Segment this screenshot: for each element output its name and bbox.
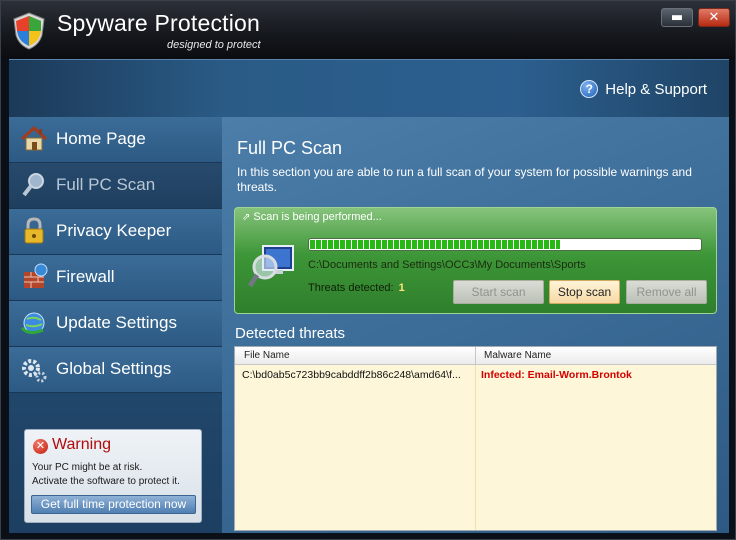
- sidebar-item-label: Full PC Scan: [56, 175, 156, 194]
- app-subtitle: designed to protect: [167, 39, 261, 51]
- warning-line-1: Your PC might be at risk.: [32, 462, 143, 473]
- page-description: In this section you are able to run a fu…: [237, 165, 692, 194]
- scan-arrow-icon: ⇗: [242, 212, 251, 223]
- magnifier-icon: [22, 173, 44, 197]
- title-bar[interactable]: Spyware Protection designed to protect ▬…: [1, 1, 735, 59]
- minimize-button[interactable]: ▬: [661, 8, 693, 27]
- column-header-file-name[interactable]: File Name: [244, 350, 290, 361]
- page-title: Full PC Scan: [237, 138, 343, 158]
- detected-threats-title: Detected threats: [235, 325, 346, 342]
- main-panel: Full PC Scan In this section you are abl…: [222, 117, 729, 533]
- firewall-icon: [24, 263, 48, 288]
- sidebar-item-label: Home Page: [56, 129, 146, 148]
- close-button[interactable]: ✕: [698, 8, 730, 27]
- header-band: ? Help & Support: [9, 59, 729, 117]
- threats-table[interactable]: File Name Malware Name C:\bd0ab5c723bb9c…: [234, 346, 717, 531]
- column-divider[interactable]: [475, 347, 476, 365]
- sidebar-item-label: Update Settings: [56, 313, 177, 332]
- sidebar-item-privacy-keeper[interactable]: Privacy Keeper: [9, 209, 222, 255]
- sidebar-item-global-settings[interactable]: Global Settings: [9, 347, 222, 393]
- app-title: Spyware Protection: [57, 10, 261, 36]
- table-header: File Name Malware Name: [235, 347, 716, 365]
- remove-all-button[interactable]: Remove all: [626, 280, 707, 304]
- app-window: Spyware Protection designed to protect ▬…: [0, 0, 736, 540]
- scan-status: ⇗ Scan is being performed...: [242, 211, 382, 223]
- get-protection-button[interactable]: Get full time protection now: [31, 495, 196, 514]
- gears-icon: [22, 359, 47, 383]
- warning-text: Your PC might be at risk. Activate the s…: [32, 461, 180, 489]
- warning-line-2: Activate the software to protect it.: [32, 476, 180, 487]
- warning-box: ✕ Warning Your PC might be at risk. Acti…: [24, 429, 202, 523]
- scan-progress-bar: [308, 238, 702, 251]
- sidebar-item-label: Global Settings: [56, 359, 172, 378]
- threats-detected-count: 1: [398, 282, 405, 294]
- scan-status-text: Scan is being performed...: [253, 211, 382, 223]
- scan-computer-icon: [247, 245, 294, 288]
- error-icon: ✕: [33, 439, 48, 454]
- warning-title: Warning: [52, 436, 111, 453]
- help-support-label: Help & Support: [605, 80, 707, 98]
- threat-malware-cell[interactable]: Infected: Email-Worm.Brontok: [481, 369, 632, 381]
- sidebar-item-firewall[interactable]: Firewall: [9, 255, 222, 301]
- help-support-link[interactable]: ? Help & Support: [580, 80, 707, 98]
- start-scan-button[interactable]: Start scan: [453, 280, 544, 304]
- sidebar-item-home-page[interactable]: Home Page: [9, 117, 222, 163]
- sidebar: Home Page Full PC Scan Privacy Keeper Fi…: [9, 117, 222, 533]
- current-scan-path: C:\Documents and Settings\OCCз\My Docume…: [308, 259, 586, 271]
- house-icon: [20, 125, 48, 151]
- sidebar-item-label: Privacy Keeper: [56, 221, 172, 240]
- scan-progress-fill: [310, 240, 560, 249]
- padlock-icon: [24, 217, 44, 244]
- help-icon: ?: [580, 80, 599, 98]
- sidebar-item-label: Firewall: [56, 267, 115, 286]
- column-header-malware-name[interactable]: Malware Name: [484, 350, 551, 361]
- threats-detected-label: Threats detected:: [308, 282, 394, 294]
- threats-detected: Threats detected: 1: [308, 282, 405, 294]
- column-line: [475, 365, 476, 530]
- sidebar-item-full-pc-scan[interactable]: Full PC Scan: [9, 163, 222, 209]
- threat-file-cell[interactable]: C:\bd0ab5c723bb9cabddff2b86c248\amd64\f.…: [242, 369, 472, 381]
- shield-logo-icon: [13, 12, 45, 50]
- globe-update-icon: [20, 312, 45, 335]
- stop-scan-button[interactable]: Stop scan: [549, 280, 620, 304]
- scan-panel: ⇗ Scan is being performed... C:\Documents…: [234, 207, 717, 314]
- sidebar-item-update-settings[interactable]: Update Settings: [9, 301, 222, 347]
